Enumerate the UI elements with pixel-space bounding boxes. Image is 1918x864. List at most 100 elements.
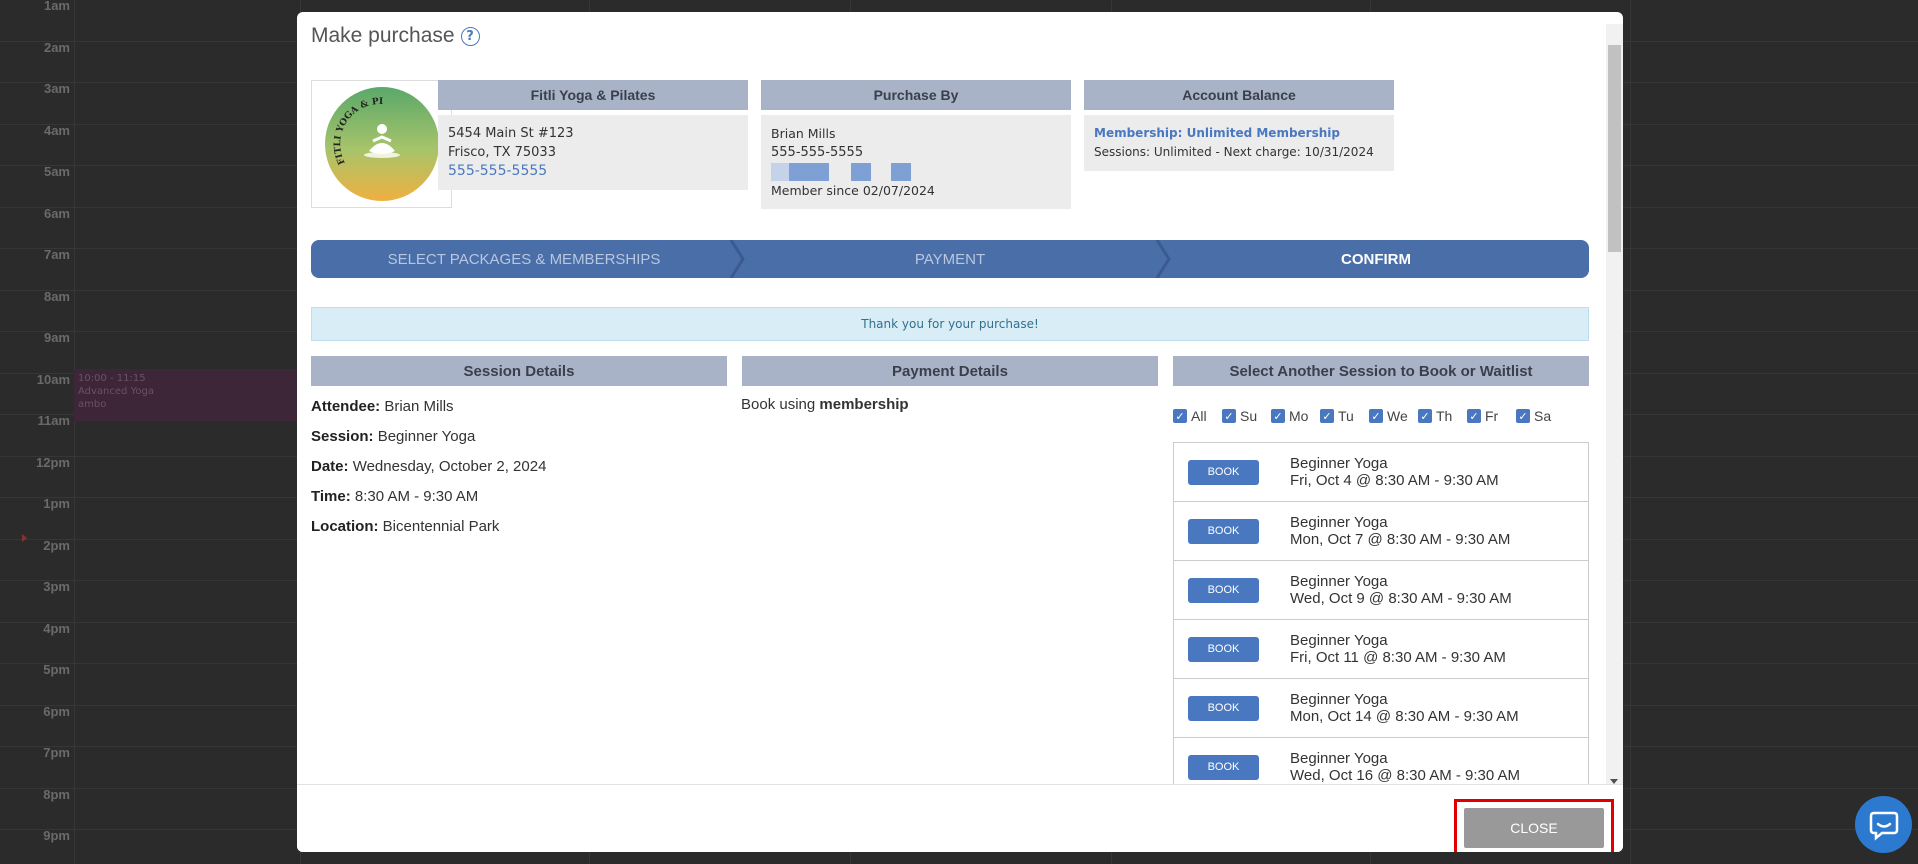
- calendar-hour-label: 1pm: [43, 496, 70, 511]
- checkbox-checked-icon[interactable]: ✓: [1271, 409, 1285, 423]
- day-filter-label: We: [1387, 408, 1408, 424]
- day-filter-we[interactable]: ✓ We: [1369, 408, 1418, 424]
- session-when: Fri, Oct 11 @ 8:30 AM - 9:30 AM: [1290, 649, 1506, 666]
- studio-logo: FITLI YOGA & PILATES: [311, 80, 452, 208]
- session-row: BOOK Beginner Yoga Mon, Oct 14 @ 8:30 AM -…: [1174, 679, 1588, 738]
- membership-link[interactable]: Membership: Unlimited Membership: [1094, 124, 1384, 143]
- calendar-hour-label: 6pm: [43, 703, 70, 719]
- session-details: Attendee: Brian Mills Session: Beginner …: [311, 396, 546, 546]
- calendar-column-line: [1630, 0, 1631, 864]
- day-filter-th[interactable]: ✓ Th: [1418, 408, 1467, 424]
- help-icon[interactable]: ?: [460, 26, 480, 46]
- session-info: Beginner Yoga Fri, Oct 11 @ 8:30 AM - 9:3…: [1290, 632, 1506, 666]
- day-filter-label: Tu: [1338, 408, 1354, 424]
- session-when: Wed, Oct 9 @ 8:30 AM - 9:30 AM: [1290, 590, 1512, 607]
- session-row: BOOK Beginner Yoga Fri, Oct 4 @ 8:30 AM - …: [1174, 443, 1588, 502]
- book-button[interactable]: BOOK: [1188, 459, 1259, 485]
- day-filter-label: All: [1191, 408, 1207, 424]
- attendee-line: Attendee: Brian Mills: [311, 398, 454, 415]
- checkbox-checked-icon[interactable]: ✓: [1173, 409, 1187, 423]
- checkbox-checked-icon[interactable]: ✓: [1418, 409, 1432, 423]
- session-name: Beginner Yoga: [1290, 573, 1388, 590]
- scrollbar-thumb[interactable]: [1608, 45, 1621, 252]
- redacted-bars: [771, 162, 1061, 181]
- member-since: Member since 02/07/2024: [771, 183, 935, 198]
- calendar-event[interactable]: 10:00 - 11:15 Advanced Yoga ambo: [74, 369, 299, 421]
- location-line: Location: Bicentennial Park: [311, 518, 500, 535]
- purchase-by-card: Purchase By Brian Mills 555-555-5555 Mem…: [761, 80, 1071, 209]
- session-row: BOOK Beginner Yoga Mon, Oct 7 @ 8:30 AM - …: [1174, 502, 1588, 561]
- calendar-hour-label: 2pm: [43, 537, 70, 553]
- checkbox-checked-icon[interactable]: ✓: [1516, 409, 1530, 423]
- studio-address2: Frisco, TX 75033: [448, 145, 556, 160]
- session-info: Beginner Yoga Fri, Oct 4 @ 8:30 AM - 9:30…: [1290, 455, 1499, 489]
- purchaser-name: Brian Mills: [771, 126, 836, 141]
- date-line: Date: Wednesday, October 2, 2024: [311, 458, 547, 475]
- calendar-hour-label: 5pm: [43, 662, 70, 677]
- calendar-column-line: [74, 0, 75, 864]
- sessions-info: Sessions: Unlimited - Next charge: 10/31…: [1094, 145, 1374, 159]
- calendar-hour-label: 2am: [43, 39, 70, 55]
- close-button[interactable]: CLOSE: [1464, 808, 1604, 848]
- session-when: Wed, Oct 16 @ 8:30 AM - 9:30 AM: [1290, 767, 1521, 784]
- session-row: BOOK Beginner Yoga Wed, Oct 9 @ 8:30 AM - …: [1174, 561, 1588, 620]
- calendar-hour-label: 11am: [37, 413, 70, 428]
- session-name: Beginner Yoga: [1290, 691, 1388, 708]
- day-filter-label: Sa: [1534, 408, 1552, 424]
- account-balance-body: Membership: Unlimited Membership Session…: [1084, 115, 1394, 171]
- checkbox-checked-icon[interactable]: ✓: [1222, 409, 1236, 423]
- session-name: Beginner Yoga: [1290, 514, 1388, 531]
- day-filter-fr[interactable]: ✓ Fr: [1467, 408, 1516, 424]
- day-filter-all[interactable]: ✓ All: [1173, 408, 1222, 424]
- chat-button[interactable]: [1855, 796, 1912, 853]
- calendar-hour-label: 4am: [43, 122, 70, 138]
- checkbox-checked-icon[interactable]: ✓: [1320, 409, 1334, 423]
- session-info: Beginner Yoga Wed, Oct 9 @ 8:30 AM - 9:30…: [1290, 573, 1512, 607]
- purchase-steps: SELECT PACKAGES & MEMBERSHIPS PAYMENT CO…: [311, 240, 1589, 278]
- calendar-hour-label: 12pm: [36, 454, 70, 470]
- session-name: Beginner Yoga: [1290, 750, 1388, 767]
- studio-info-body: 5454 Main St #123 Frisco, TX 75033 555-5…: [438, 115, 748, 190]
- day-filter-label: Th: [1436, 408, 1453, 424]
- step-payment: PAYMENT: [914, 250, 986, 268]
- event-instructor: ambo: [78, 399, 107, 410]
- studio-logo-icon: FITLI YOGA & PILATES: [323, 85, 439, 201]
- session-list: BOOK Beginner Yoga Fri, Oct 4 @ 8:30 AM - …: [1173, 442, 1589, 784]
- account-balance-header: Account Balance: [1084, 80, 1394, 110]
- day-filter-tu[interactable]: ✓ Tu: [1320, 408, 1369, 424]
- session-info: Beginner Yoga Wed, Oct 16 @ 8:30 AM - 9:3…: [1290, 750, 1520, 784]
- checkbox-checked-icon[interactable]: ✓: [1369, 409, 1383, 423]
- calendar-hour-label: 10am: [36, 371, 70, 387]
- day-filter-sa[interactable]: ✓ Sa: [1516, 408, 1565, 424]
- calendar-hour-label: 9am: [43, 330, 70, 345]
- current-time-marker-icon: [22, 534, 27, 542]
- book-button[interactable]: BOOK: [1188, 518, 1259, 544]
- book-button[interactable]: BOOK: [1188, 577, 1259, 603]
- calendar-hour-label: 3pm: [43, 579, 70, 594]
- session-details-header: Session Details: [311, 356, 727, 386]
- day-filter-su[interactable]: ✓ Su: [1222, 408, 1271, 424]
- session-info: Beginner Yoga Mon, Oct 14 @ 8:30 AM - 9:3…: [1290, 691, 1519, 725]
- book-button[interactable]: BOOK: [1188, 754, 1259, 780]
- modal-footer: CLOSE: [297, 784, 1623, 852]
- calendar-hour-label: 5am: [43, 164, 70, 179]
- session-when: Mon, Oct 14 @ 8:30 AM - 9:30 AM: [1290, 708, 1519, 725]
- session-when: Fri, Oct 4 @ 8:30 AM - 9:30 AM: [1290, 472, 1499, 489]
- day-filter-mo[interactable]: ✓ Mo: [1271, 408, 1320, 424]
- purchase-by-body: Brian Mills 555-555-5555 Member since 02…: [761, 115, 1071, 209]
- book-button[interactable]: BOOK: [1188, 695, 1259, 721]
- day-filter-label: Su: [1240, 408, 1258, 424]
- calendar-hour-label: 3am: [43, 81, 70, 96]
- modal-scrollbar[interactable]: [1606, 24, 1623, 784]
- event-time: 10:00 - 11:15: [78, 373, 146, 384]
- modal-body[interactable]: Make purchase ? FITLI YOGA & PILATES: [297, 12, 1623, 784]
- session-name: Beginner Yoga: [1290, 632, 1388, 649]
- checkbox-checked-icon[interactable]: ✓: [1467, 409, 1481, 423]
- calendar-hour-label: 6am: [43, 205, 70, 221]
- session-row: BOOK Beginner Yoga Wed, Oct 16 @ 8:30 AM -…: [1174, 738, 1588, 784]
- modal-title: Make purchase: [311, 24, 455, 47]
- make-purchase-modal: Make purchase ? FITLI YOGA & PILATES: [297, 12, 1623, 852]
- studio-phone-link[interactable]: 555-555-5555: [448, 162, 738, 181]
- calendar-hour-label: 8am: [43, 288, 70, 304]
- book-button[interactable]: BOOK: [1188, 636, 1259, 662]
